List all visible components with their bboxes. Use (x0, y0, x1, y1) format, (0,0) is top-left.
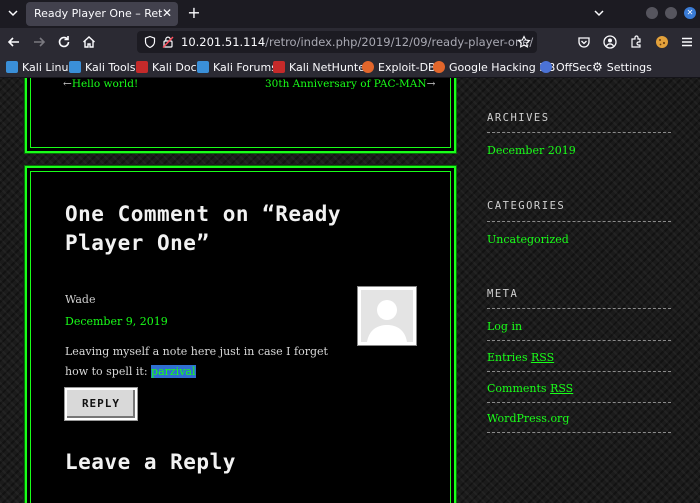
archive-link-december-2019[interactable]: December 2019 (487, 144, 576, 157)
navigation-toolbar: 10.201.51.114/retro/index.php/2019/12/09… (0, 28, 700, 56)
meta-entries-rss-link[interactable]: Entries RSS (487, 351, 554, 364)
new-tab-icon[interactable]: + (186, 3, 202, 23)
bookmark-kali-forums[interactable]: Kali Forums (197, 59, 277, 75)
avatar (357, 286, 417, 346)
comment-date-link[interactable]: December 9, 2019 (65, 315, 168, 328)
pocket-icon[interactable] (576, 34, 592, 50)
meta-divider (487, 432, 671, 433)
meta-divider (487, 340, 671, 341)
gear-icon: ⚙ (592, 60, 603, 74)
next-post-link[interactable]: 30th Anniversary of PAC-MAN→ (265, 78, 435, 90)
tab-close-icon[interactable]: ✕ (160, 6, 174, 20)
exploitdb-icon (433, 61, 445, 73)
bookmark-label: Kali Docs (152, 60, 203, 74)
selected-text[interactable]: parzival (151, 365, 196, 378)
home-icon[interactable] (81, 34, 97, 50)
comments-title: One Comment on “Ready Player One” (65, 202, 342, 255)
bookmark-star-icon[interactable] (517, 35, 531, 49)
tab-title: Ready Player One – Retro Fa (34, 7, 162, 20)
next-post-label: 30th Anniversary of PAC-MAN (265, 78, 427, 90)
meta-rss-label: RSS (530, 351, 555, 364)
offsec-icon (540, 61, 552, 73)
menu-icon[interactable] (679, 34, 695, 50)
meta-comments-label: Comments (487, 382, 547, 395)
leave-reply-heading: Leave a Reply (65, 450, 236, 474)
bookmark-label: Kali Linux (22, 60, 76, 74)
minimize-icon[interactable] (646, 7, 658, 19)
comment-text: Leaving myself a note here just in case … (65, 345, 328, 378)
reload-icon[interactable] (56, 34, 72, 50)
bookmark-offsec[interactable]: OffSec (540, 59, 592, 75)
bookmark-google-hacking-db[interactable]: Google Hacking DB (433, 59, 555, 75)
cookie-extension-icon[interactable] (654, 34, 670, 50)
bookmark-kali-nethunter[interactable]: Kali NetHunter (273, 59, 370, 75)
comments-box: One Comment on “Ready Player One” Wade D… (24, 165, 457, 503)
meta-login-link[interactable]: Log in (487, 320, 522, 333)
extensions-icon[interactable] (628, 34, 644, 50)
previous-post-link[interactable]: ←Hello world! (63, 78, 138, 90)
meta-rss-label: RSS (550, 382, 574, 395)
tab-list-icon[interactable] (6, 6, 20, 20)
meta-entries-label: Entries (487, 351, 528, 364)
meta-heading: META (487, 288, 519, 300)
maximize-icon[interactable] (665, 7, 677, 19)
reply-button[interactable]: REPLY (65, 388, 137, 420)
bookmark-exploit-db[interactable]: Exploit-DB (362, 59, 436, 75)
tab-active[interactable]: Ready Player One – Retro Fa ✕ (26, 2, 178, 26)
arrow-right-icon: → (426, 78, 436, 90)
meta-divider (487, 402, 671, 403)
bookmark-label: Kali Tools (85, 60, 136, 74)
bookmark-label: Exploit-DB (378, 60, 436, 74)
url-bar[interactable]: 10.201.51.114/retro/index.php/2019/12/09… (137, 31, 537, 53)
bookmark-kali-tools[interactable]: Kali Tools (69, 59, 135, 75)
account-icon[interactable] (602, 34, 618, 50)
tab-bar: Ready Player One – Retro Fa ✕ + ✕ (0, 0, 700, 28)
meta-divider (487, 371, 671, 372)
bookmarks-toolbar: Kali Linux Kali Tools Kali Docs Kali For… (0, 56, 700, 78)
categories-divider (487, 221, 671, 222)
bookmark-label: Settings (606, 60, 652, 74)
url-path: /retro/index.php/2019/12/09/ready-player… (265, 35, 534, 49)
exploitdb-icon (362, 61, 374, 73)
comment-body: Leaving myself a note here just in case … (65, 342, 335, 382)
shield-icon[interactable] (143, 35, 157, 49)
archives-heading: ARCHIVES (487, 112, 550, 124)
arrow-left-icon: ← (63, 78, 72, 90)
category-link-uncategorized[interactable]: Uncategorized (487, 233, 569, 246)
categories-heading: CATEGORIES (487, 200, 566, 212)
bookmark-kali-docs[interactable]: Kali Docs (136, 59, 202, 75)
kali-dragon-icon (69, 61, 81, 73)
chevron-down-icon[interactable] (592, 6, 606, 20)
bookmark-settings[interactable]: ⚙ Settings (592, 59, 652, 75)
previous-post-label: Hello world! (71, 78, 139, 90)
insecure-lock-icon[interactable] (161, 35, 175, 49)
forward-arrow-icon[interactable] (31, 34, 47, 50)
meta-divider (487, 308, 671, 309)
comment-author: Wade (65, 293, 96, 306)
meta-wordpress-link[interactable]: WordPress.org (487, 412, 569, 425)
bookmark-label: Kali Forums (213, 60, 277, 74)
url-text[interactable]: 10.201.51.114/retro/index.php/2019/12/09… (181, 35, 533, 49)
kali-docs-icon (136, 61, 148, 73)
bookmark-label: OffSec (556, 60, 593, 74)
kali-forums-icon (197, 61, 209, 73)
archives-divider (487, 132, 671, 133)
post-navigation-box: ←Hello world! 30th Anniversary of PAC-MA… (24, 78, 457, 154)
back-arrow-icon[interactable] (6, 34, 22, 50)
page-viewport[interactable]: ←Hello world! 30th Anniversary of PAC-MA… (0, 78, 700, 503)
meta-comments-rss-link[interactable]: Comments RSS (487, 382, 573, 395)
close-window-icon[interactable]: ✕ (684, 7, 696, 19)
kali-dragon-icon (6, 61, 18, 73)
default-avatar-icon (361, 290, 413, 342)
bookmark-kali-linux[interactable]: Kali Linux (6, 59, 75, 75)
url-host: 10.201.51.114 (181, 35, 266, 49)
nethunter-icon (273, 61, 285, 73)
bookmark-label: Kali NetHunter (289, 60, 370, 74)
